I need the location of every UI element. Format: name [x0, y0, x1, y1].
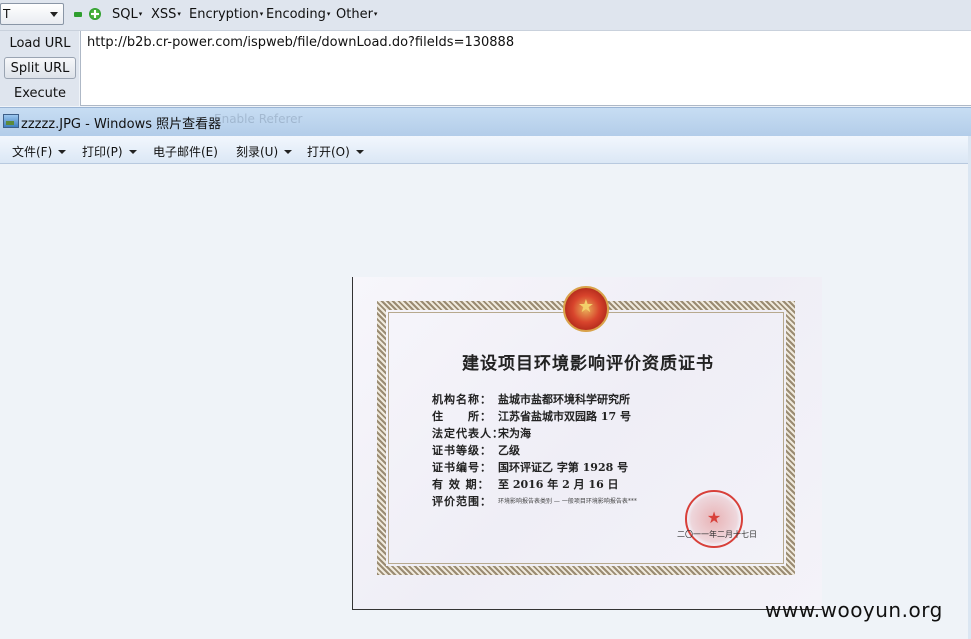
execute-button[interactable]: Execute — [4, 83, 76, 105]
national-emblem-icon — [563, 286, 609, 332]
url-textarea[interactable]: http://b2b.cr-power.com/ispweb/file/down… — [80, 31, 971, 106]
field-scope: 评价范围： 环境影响报告表类别 — 一般项目环境影响报告表*** — [432, 495, 637, 508]
menu-sql[interactable]: SQL▾ — [112, 7, 142, 22]
window-title: zzzzz.JPG - Windows 照片查看器 — [21, 117, 222, 132]
field-grade: 证书等级： 乙级 — [432, 444, 520, 457]
viewer-titlebar: zzzzz.JPG - Windows 照片查看器 Enable Referer — [0, 107, 971, 136]
field-cert-number: 证书编号： 国环评证乙 字第 1928 号 — [432, 461, 629, 474]
url-value: http://b2b.cr-power.com/ispweb/file/down… — [87, 35, 515, 50]
split-url-button[interactable]: Split URL — [4, 57, 76, 79]
hackbar-toolbar: T SQL▾ XSS▾ Encryption▾ Encoding▾ Other▾ — [0, 0, 971, 31]
menu-xss[interactable]: XSS▾ — [151, 7, 181, 22]
method-dropdown[interactable]: T — [0, 3, 64, 25]
ghost-caption: Enable Referer — [214, 112, 303, 126]
certificate-title: 建设项目环境影响评价资质证书 — [462, 354, 714, 374]
menu-encoding[interactable]: Encoding▾ — [266, 7, 330, 22]
increase-icon[interactable] — [89, 8, 101, 20]
issue-date: 二〇一一年二月十七日 — [677, 530, 757, 539]
field-address: 住 所： 江苏省盐城市双园路 17 号 — [432, 410, 631, 423]
photo-viewer-icon — [3, 114, 19, 128]
menu-email[interactable]: 电子邮件(E) — [153, 143, 218, 160]
chevron-down-icon — [50, 12, 58, 17]
method-value: T — [3, 7, 11, 21]
decrease-icon[interactable] — [74, 12, 82, 17]
viewer-menubar: 文件(F) 打印(P) 电子邮件(E) 刻录(U) 打开(O) — [0, 136, 968, 164]
menu-open[interactable]: 打开(O) — [307, 143, 364, 160]
certificate-image: 建设项目环境影响评价资质证书 机构名称：盐城市盐都环境科学研究所 住 所：江苏省… — [352, 277, 822, 610]
menu-burn[interactable]: 刻录(U) — [236, 143, 293, 160]
field-legal-rep: 法定代表人：宋为海 — [432, 427, 531, 440]
field-validity: 有 效 期：至 2016 年 2 月 16 日 — [432, 478, 619, 491]
chevron-down-icon — [284, 150, 293, 154]
menu-encryption[interactable]: Encryption▾ — [189, 7, 263, 22]
menu-file[interactable]: 文件(F) — [12, 143, 67, 160]
menu-print[interactable]: 打印(P) — [82, 143, 137, 160]
hackbar-actions: Load URL Split URL Execute — [0, 31, 79, 106]
chevron-down-icon — [355, 150, 364, 154]
chevron-down-icon — [58, 150, 67, 154]
field-org-name: 机构名称： 盐城市盐都环境科学研究所 — [432, 393, 630, 406]
chevron-down-icon — [128, 150, 137, 154]
load-url-button[interactable]: Load URL — [4, 33, 76, 55]
menu-other[interactable]: Other▾ — [336, 7, 377, 22]
watermark: www.wooyun.org — [765, 598, 943, 622]
